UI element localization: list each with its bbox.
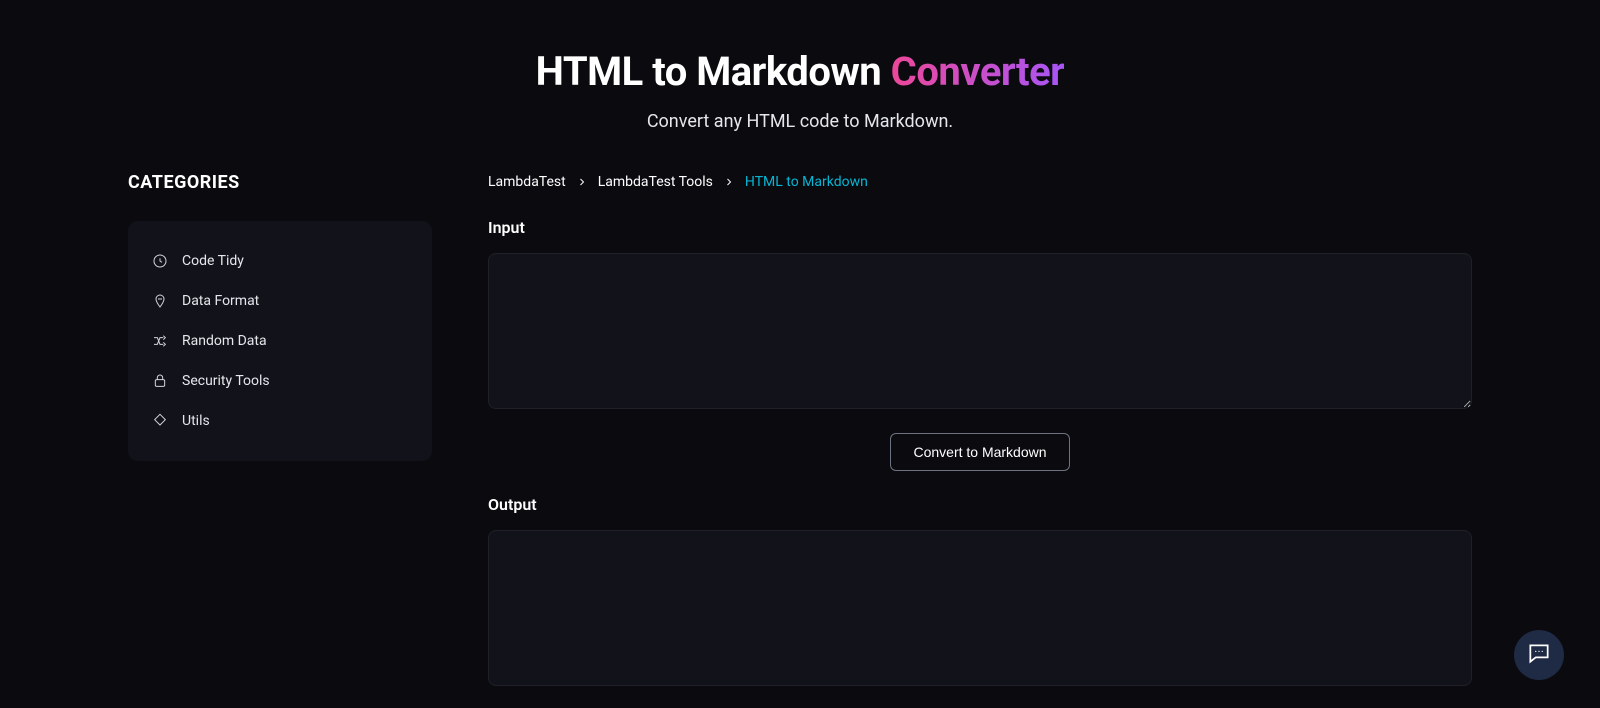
sidebar-item-random-data[interactable]: Random Data: [128, 321, 432, 361]
sidebar-item-security-tools[interactable]: Security Tools: [128, 361, 432, 401]
chat-fab[interactable]: [1514, 630, 1564, 680]
sidebar-item-code-tidy[interactable]: Code Tidy: [128, 241, 432, 281]
sidebar-box: Code Tidy Data Format Random Data Securi…: [128, 221, 432, 461]
code-tidy-icon: [152, 253, 168, 269]
breadcrumb-link-tools[interactable]: LambdaTest Tools: [598, 174, 713, 190]
chevron-right-icon: [723, 176, 735, 188]
sidebar-item-utils[interactable]: Utils: [128, 401, 432, 441]
sidebar-item-label: Security Tools: [182, 373, 270, 389]
output-label: Output: [488, 495, 1472, 514]
sidebar-item-label: Utils: [182, 413, 210, 429]
sidebar-item-data-format[interactable]: Data Format: [128, 281, 432, 321]
data-format-icon: [152, 293, 168, 309]
sidebar-heading: CATEGORIES: [128, 172, 432, 193]
main: LambdaTest LambdaTest Tools HTML to Mark…: [488, 172, 1472, 686]
security-tools-icon: [152, 373, 168, 389]
hero: HTML to Markdown Converter Convert any H…: [0, 0, 1600, 172]
random-data-icon: [152, 333, 168, 349]
sidebar-item-label: Random Data: [182, 333, 267, 349]
input-textarea[interactable]: [488, 253, 1472, 409]
output-area: [488, 530, 1472, 686]
convert-button[interactable]: Convert to Markdown: [890, 433, 1069, 471]
input-label: Input: [488, 218, 1472, 237]
sidebar-item-label: Code Tidy: [182, 253, 244, 269]
breadcrumb-link-root[interactable]: LambdaTest: [488, 174, 566, 190]
breadcrumb: LambdaTest LambdaTest Tools HTML to Mark…: [488, 174, 1472, 190]
page-title-main: HTML to Markdown: [536, 48, 891, 95]
breadcrumb-current: HTML to Markdown: [745, 174, 868, 190]
chevron-right-icon: [576, 176, 588, 188]
chat-icon: [1526, 640, 1552, 670]
page-title-accent: Converter: [891, 48, 1065, 95]
sidebar: CATEGORIES Code Tidy Data Format Random …: [128, 172, 432, 461]
page-subtitle: Convert any HTML code to Markdown.: [0, 111, 1600, 132]
sidebar-item-label: Data Format: [182, 293, 259, 309]
page-title: HTML to Markdown Converter: [0, 48, 1600, 95]
convert-row: Convert to Markdown: [488, 433, 1472, 471]
utils-icon: [152, 413, 168, 429]
